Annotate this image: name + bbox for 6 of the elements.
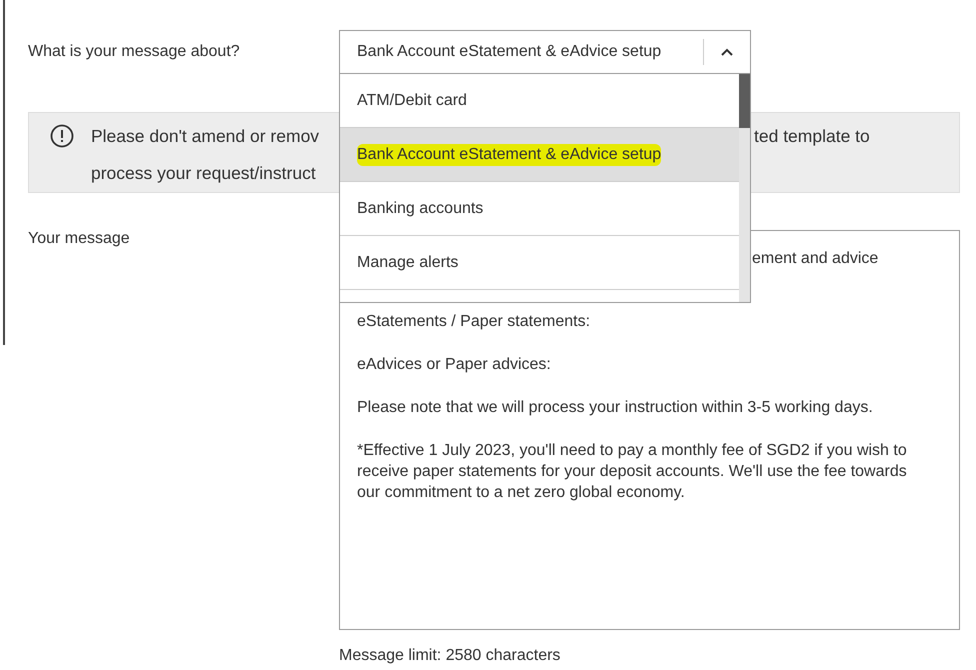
field-label: What is your message about? <box>28 42 240 61</box>
notice-text: Please don't amend or remov <box>90 125 320 148</box>
field-label: Your message <box>28 230 130 248</box>
message-limit: Message limit: 2580 characters <box>339 647 560 665</box>
notice-text: ted template to <box>754 125 870 148</box>
notice-text: process your request/instruct <box>90 162 317 185</box>
